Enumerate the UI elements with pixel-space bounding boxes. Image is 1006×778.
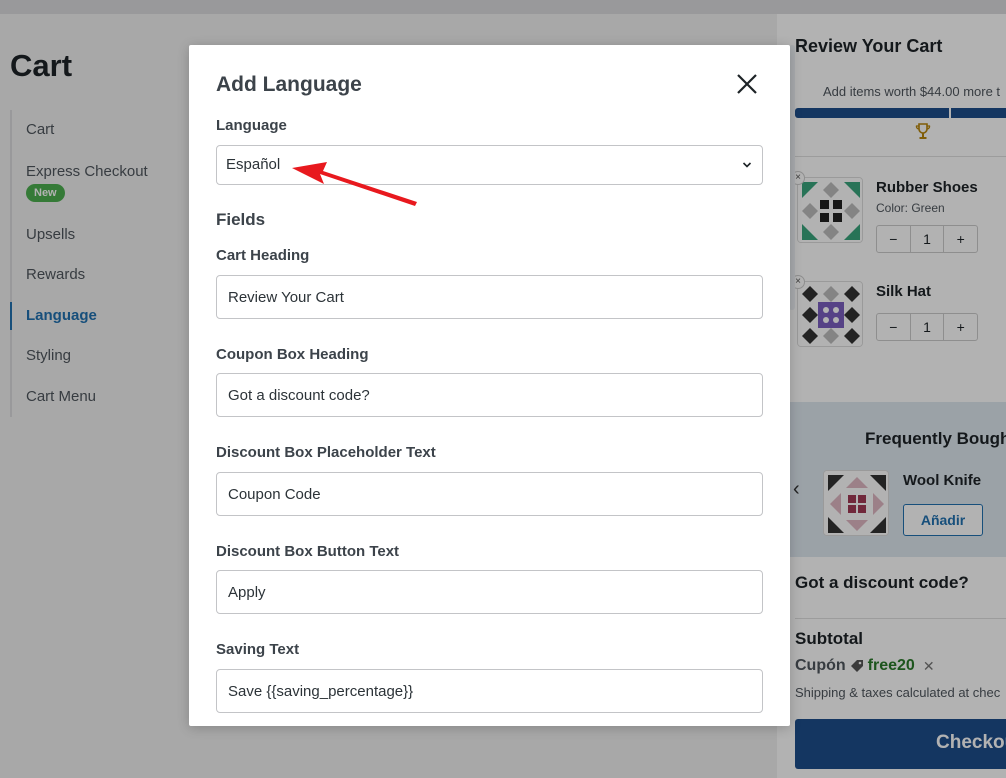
discount-button-text-label: Discount Box Button Text xyxy=(216,543,400,560)
coupon-box-heading-label: Coupon Box Heading xyxy=(216,346,369,363)
cart-heading-label: Cart Heading xyxy=(216,247,310,264)
discount-placeholder-label: Discount Box Placeholder Text xyxy=(216,444,436,461)
chevron-down-icon xyxy=(742,162,752,168)
modal-title: Add Language xyxy=(216,73,362,96)
coupon-box-heading-input[interactable] xyxy=(216,373,763,417)
language-select[interactable]: Español xyxy=(216,145,763,185)
add-language-modal: Add Language Language Español Fields Car… xyxy=(189,45,790,726)
discount-button-text-input[interactable] xyxy=(216,570,763,614)
close-icon[interactable] xyxy=(734,71,760,97)
language-select-value: Español xyxy=(226,156,281,173)
saving-text-label: Saving Text xyxy=(216,641,300,658)
discount-placeholder-input[interactable] xyxy=(216,472,763,516)
fields-heading: Fields xyxy=(216,210,266,229)
saving-text-input[interactable] xyxy=(216,669,763,713)
cart-heading-input[interactable] xyxy=(216,275,763,319)
language-label: Language xyxy=(216,117,287,134)
